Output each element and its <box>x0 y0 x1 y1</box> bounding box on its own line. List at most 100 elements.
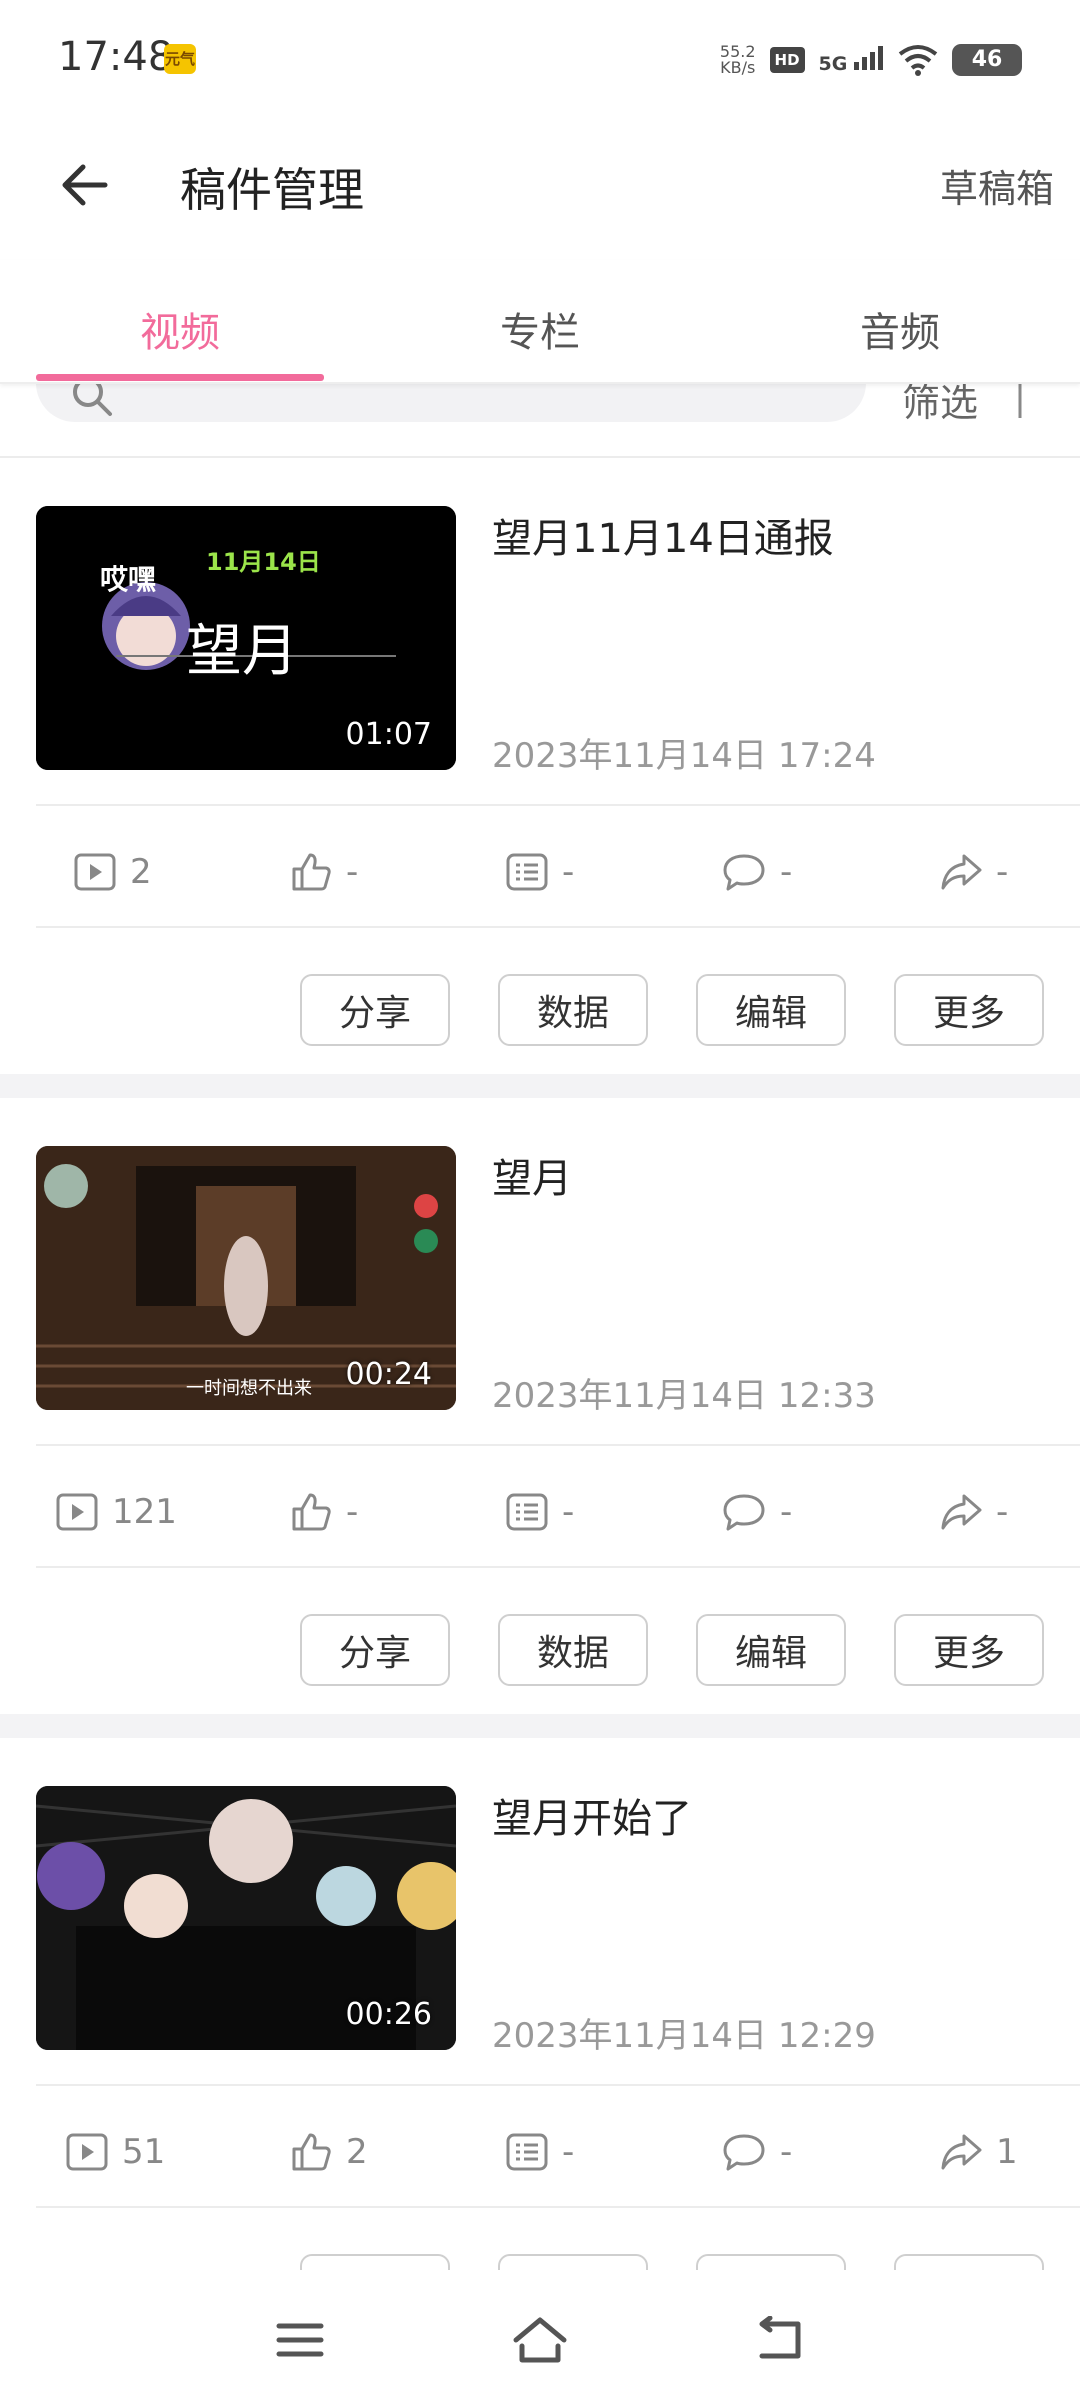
battery-icon: 46 <box>952 44 1022 76</box>
edit-button[interactable]: 编辑 <box>696 1614 846 1686</box>
data-button[interactable]: 数据 <box>498 1614 648 1686</box>
system-nav-bar <box>0 2270 1080 2400</box>
app-bar: 稿件管理 草稿箱 <box>0 120 1080 260</box>
video-duration: 01:07 <box>345 717 432 752</box>
search-icon <box>73 384 112 416</box>
video-actions: 分享 数据 编辑 更多 <box>0 1574 1080 1704</box>
menu-icon <box>276 2323 324 2357</box>
video-stats: 121 - - - - <box>0 1452 1080 1572</box>
stat-danmaku: - <box>506 812 574 932</box>
status-icons: 55.2 KB/s HD 5G 46 <box>720 40 1022 80</box>
video-stats: 51 2 - - 1 <box>0 2092 1080 2212</box>
divider <box>36 1566 1080 1568</box>
video-stats: 2 - - - - <box>0 812 1080 932</box>
share-icon <box>941 854 982 890</box>
video-actions: 分享 数据 编辑 更多 <box>0 934 1080 1064</box>
video-date: 2023年11月14日 12:29 <box>492 2016 876 2056</box>
share-icon <box>941 2134 982 2170</box>
thumbnail-caption: 一时间想不出来 <box>186 1378 312 1399</box>
back-button[interactable] <box>50 150 120 220</box>
page-title: 稿件管理 <box>180 163 364 217</box>
search-row: 筛选 <box>0 384 1080 458</box>
play-icon <box>56 1493 98 1531</box>
danmaku-icon <box>506 1493 548 1531</box>
divider <box>36 1444 1080 1446</box>
video-thumbnail[interactable]: 哎嘿 11月14日 望月 01:07 <box>36 506 456 770</box>
return-icon <box>759 2316 801 2359</box>
thumbs-up-icon <box>292 1493 331 1531</box>
stat-comments: - <box>722 812 792 932</box>
status-time: 17:48 <box>58 34 174 80</box>
drafts-button[interactable]: 草稿箱 <box>940 158 1054 213</box>
comment-icon <box>723 854 765 891</box>
back-nav-button[interactable] <box>750 2310 810 2370</box>
video-item: 哎嘿 11月14日 望月 01:07 望月11月14日通报 2023年11月14… <box>0 458 1080 1068</box>
share-button[interactable]: 分享 <box>300 1614 450 1686</box>
stat-likes: - <box>290 1452 358 1572</box>
data-button[interactable]: 数据 <box>498 974 648 1046</box>
status-bar: 17:48 元气 55.2 KB/s HD 5G 46 <box>0 0 1080 120</box>
video-duration: 00:26 <box>345 1997 432 2032</box>
wifi-icon <box>898 45 938 76</box>
arrow-left-icon <box>62 164 108 206</box>
app-notification-badge: 元气 <box>164 44 196 74</box>
active-tab-indicator <box>36 374 324 381</box>
filter-button[interactable]: 筛选 <box>902 384 978 427</box>
video-title[interactable]: 望月 <box>492 1146 572 1204</box>
video-title[interactable]: 望月开始了 <box>492 1786 692 1844</box>
home-icon <box>513 2317 567 2363</box>
stat-comments: - <box>722 2092 792 2212</box>
comment-icon <box>723 2134 765 2171</box>
stat-shares: - <box>940 812 1008 932</box>
video-thumbnail[interactable]: 00:26 <box>36 1786 456 2050</box>
stat-likes: - <box>290 812 358 932</box>
signal-5g-icon: 5G <box>819 45 884 75</box>
stat-shares: 1 <box>940 2092 1018 2212</box>
divider <box>36 2084 1080 2086</box>
signal-bars-icon <box>854 45 883 70</box>
more-button[interactable]: 更多 <box>894 1614 1044 1686</box>
video-title[interactable]: 望月11月14日通报 <box>492 506 834 564</box>
stat-comments: - <box>722 1452 792 1572</box>
stat-likes: 2 <box>290 2092 368 2212</box>
edit-button[interactable]: 编辑 <box>696 974 846 1046</box>
video-duration: 00:24 <box>345 1357 432 1392</box>
comment-icon <box>723 1494 765 1531</box>
play-icon <box>66 2133 108 2171</box>
filter-icon <box>1018 384 1022 418</box>
tab-column[interactable]: 专栏 <box>360 260 720 382</box>
tab-video[interactable]: 视频 <box>0 260 360 382</box>
video-item: 一时间想不出来 00:24 望月 2023年11月14日 12:33 121 -… <box>0 1098 1080 1708</box>
divider <box>36 926 1080 928</box>
danmaku-icon <box>506 2133 548 2171</box>
stat-plays: 2 <box>74 812 152 932</box>
tab-bar: 视频 专栏 音频 <box>0 260 1080 384</box>
stat-danmaku: - <box>506 1452 574 1572</box>
thumbnail-caption: 11月14日 <box>206 548 321 576</box>
share-icon <box>941 1494 982 1530</box>
stat-danmaku: - <box>506 2092 574 2212</box>
divider <box>36 2206 1080 2208</box>
video-thumbnail[interactable]: 一时间想不出来 00:24 <box>36 1146 456 1410</box>
more-button[interactable]: 更多 <box>894 974 1044 1046</box>
tab-audio[interactable]: 音频 <box>720 260 1080 382</box>
stat-shares: - <box>940 1452 1008 1572</box>
stat-plays: 121 <box>56 1452 177 1572</box>
recent-apps-button[interactable] <box>270 2310 330 2370</box>
stat-plays: 51 <box>66 2092 165 2212</box>
play-icon <box>74 853 116 891</box>
video-date: 2023年11月14日 12:33 <box>492 1376 876 1416</box>
search-input[interactable] <box>36 384 866 422</box>
video-date: 2023年11月14日 17:24 <box>492 736 876 776</box>
thumbs-up-icon <box>292 853 331 891</box>
hd-icon: HD <box>769 47 805 73</box>
network-speed: 55.2 KB/s <box>719 42 756 77</box>
section-gap <box>0 1074 1080 1098</box>
thumbs-up-icon <box>292 2133 331 2171</box>
video-item: 00:26 望月开始了 2023年11月14日 12:29 51 2 - - 1… <box>0 1738 1080 2326</box>
danmaku-icon <box>506 853 548 891</box>
thumbnail-caption: 望月 <box>186 619 298 684</box>
section-gap <box>0 1714 1080 1738</box>
share-button[interactable]: 分享 <box>300 974 450 1046</box>
home-button[interactable] <box>510 2310 570 2370</box>
